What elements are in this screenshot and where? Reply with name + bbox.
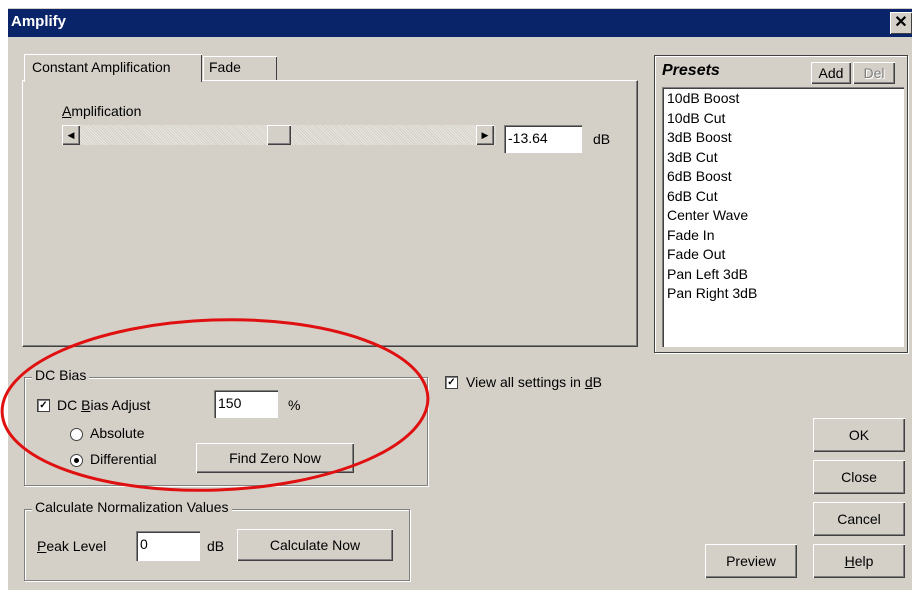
dc-bias-adjust-pre: DC — [57, 397, 82, 413]
amplification-slider[interactable]: ◀ ▶ — [62, 125, 496, 145]
cancel-button[interactable]: Cancel — [813, 502, 905, 536]
peak-level-label: Peak Level — [37, 538, 106, 554]
differential-radio[interactable] — [70, 454, 83, 467]
find-zero-now-label: Find Zero Now — [229, 450, 321, 466]
peak-level-input[interactable]: 0 — [136, 531, 200, 561]
absolute-radio[interactable] — [70, 428, 83, 441]
amplification-input-value: -13.64 — [508, 130, 548, 146]
help-button[interactable]: Help — [813, 544, 905, 578]
preset-item[interactable]: 10dB Boost — [664, 89, 902, 109]
presets-list[interactable]: 10dB Boost 10dB Cut 3dB Boost 3dB Cut 6dB Bo… — [662, 87, 904, 347]
title-bar — [8, 9, 912, 37]
preview-label: Preview — [726, 553, 776, 569]
calculate-now-label: Calculate Now — [269, 537, 361, 553]
delete-preset-button[interactable]: Del — [853, 62, 895, 84]
preset-item[interactable]: Center Wave — [664, 206, 902, 226]
slider-thumb[interactable] — [267, 125, 291, 145]
delete-preset-label: Del — [863, 65, 885, 81]
dc-bias-adjust-label: DC Bias Adjust — [57, 397, 150, 413]
tab-fade-label: Fade — [209, 59, 241, 75]
close-window-button[interactable]: ✕ — [890, 12, 912, 34]
dc-bias-adjust-post: ias Adjust — [90, 397, 151, 413]
tab-constant-amplification-label: Constant Amplification — [32, 59, 171, 75]
view-all-checkbox[interactable]: ✓ — [445, 376, 458, 389]
add-preset-button[interactable]: Add — [811, 62, 851, 84]
view-all-label-post: B — [592, 374, 602, 390]
close-button[interactable]: Close — [813, 460, 905, 494]
preset-item[interactable]: 3dB Boost — [664, 128, 902, 148]
help-rest: elp — [854, 553, 874, 569]
amplification-label-rest: mplification — [71, 103, 142, 119]
dc-bias-input[interactable]: 150 — [214, 390, 278, 418]
close-icon: ✕ — [894, 14, 908, 31]
amplification-input[interactable]: -13.64 — [504, 125, 582, 153]
ok-label: OK — [848, 427, 870, 443]
find-zero-now-button[interactable]: Find Zero Now — [196, 443, 354, 473]
view-all-label-pre: View all settings in — [466, 374, 585, 390]
right-arrow-icon: ▶ — [481, 129, 489, 140]
calculate-now-button[interactable]: Calculate Now — [237, 529, 393, 561]
slider-right-button[interactable]: ▶ — [476, 125, 494, 145]
tab-panel — [22, 80, 638, 347]
peak-level-value: 0 — [140, 536, 148, 552]
dc-bias-adjust-checkbox[interactable]: ✓ — [37, 399, 50, 412]
preset-item[interactable]: Fade In — [664, 226, 902, 246]
slider-left-button[interactable]: ◀ — [62, 125, 80, 145]
peak-level-mnemonic: P — [37, 538, 47, 554]
peak-level-unit: dB — [207, 538, 225, 554]
view-all-label: View all settings in dB — [466, 374, 602, 390]
amplification-label-mnemonic: A — [62, 103, 72, 119]
dc-bias-group-label: DC Bias — [32, 367, 90, 383]
dc-bias-unit: % — [288, 397, 301, 413]
preset-item[interactable]: 6dB Boost — [664, 167, 902, 187]
help-mnemonic: H — [844, 553, 855, 569]
preset-item[interactable]: 10dB Cut — [664, 109, 902, 129]
presets-title: Presets — [662, 62, 720, 79]
cancel-label: Cancel — [837, 511, 881, 527]
window-title: Amplify — [11, 13, 67, 30]
tab-constant-amplification[interactable]: Constant Amplification — [24, 54, 202, 82]
ok-button[interactable]: OK — [813, 418, 905, 452]
add-preset-label: Add — [818, 65, 844, 81]
preset-item[interactable]: Pan Left 3dB — [664, 265, 902, 285]
amplification-unit: dB — [593, 131, 611, 147]
dc-bias-input-value: 150 — [218, 395, 242, 411]
preset-item[interactable]: Fade Out — [664, 245, 902, 265]
left-arrow-icon: ◀ — [67, 129, 75, 140]
absolute-label: Absolute — [90, 425, 145, 441]
view-all-label-mnemonic: d — [584, 374, 593, 390]
amplification-label: Amplification — [62, 103, 141, 119]
preset-item[interactable]: 3dB Cut — [664, 148, 902, 168]
preset-item[interactable]: Pan Right 3dB — [664, 284, 902, 304]
peak-level-rest: eak Level — [46, 538, 107, 554]
preview-button[interactable]: Preview — [705, 544, 797, 578]
tab-fade[interactable]: Fade — [203, 56, 277, 80]
close-label: Close — [841, 469, 877, 485]
radio-selected-dot — [74, 458, 79, 463]
normalization-group-label: Calculate Normalization Values — [32, 499, 232, 515]
differential-label: Differential — [90, 451, 157, 467]
preset-item[interactable]: 6dB Cut — [664, 187, 902, 207]
